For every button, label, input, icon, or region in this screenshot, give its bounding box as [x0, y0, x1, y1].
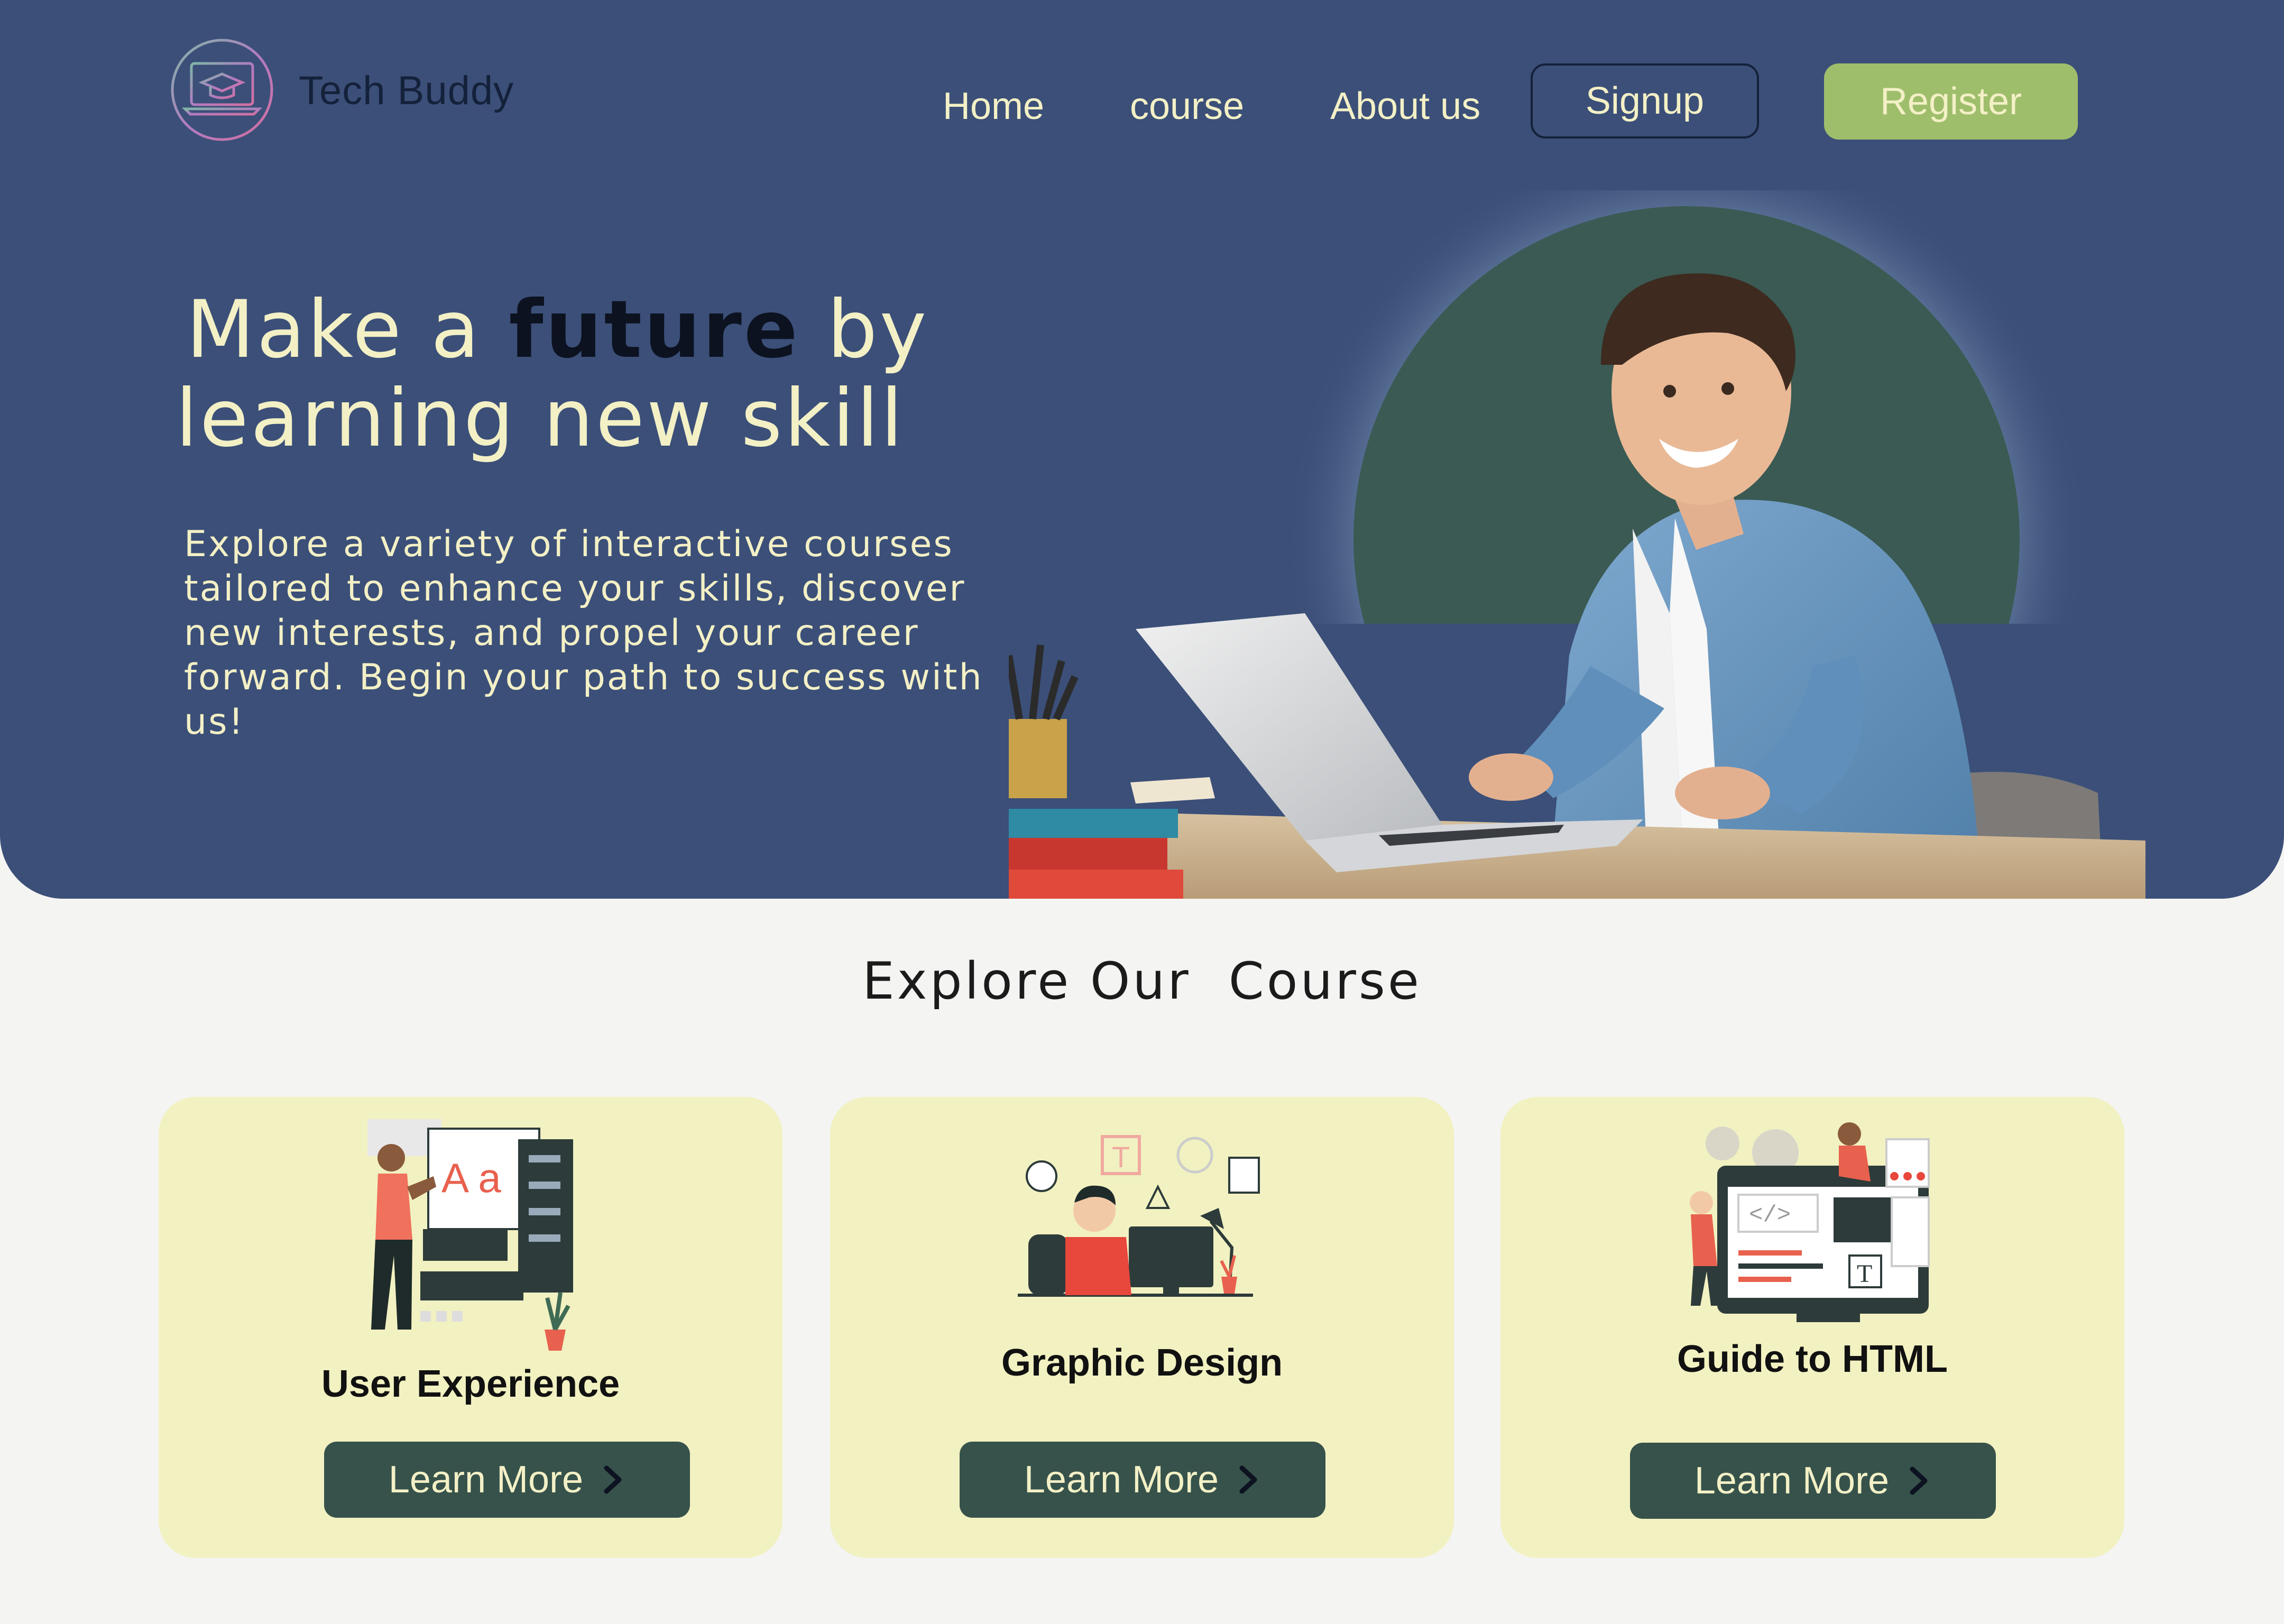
learn-more-label: Learn More	[1694, 1460, 1890, 1502]
learn-more-label: Learn More	[1024, 1459, 1219, 1501]
learn-more-button[interactable]: Learn More	[960, 1442, 1325, 1518]
nav-course-link[interactable]: course	[1130, 85, 1244, 128]
html-coding-illustration: </> T	[1690, 1122, 1930, 1322]
brand-name[interactable]: Tech Buddy	[299, 68, 514, 114]
headline-strong: future	[509, 284, 800, 376]
hero-description: Explore a variety of interactive courses…	[184, 523, 983, 743]
headline-line2: learning new skill	[176, 373, 905, 465]
graphic-designer-desk-illustration: T	[1018, 1135, 1260, 1297]
svg-text:T: T	[1112, 1140, 1130, 1174]
course-card-graphic-design[interactable]: T Graphic Design Learn More	[830, 1097, 1454, 1558]
signup-button[interactable]: Signup	[1531, 63, 1759, 139]
headline-part1: Make a	[186, 284, 509, 376]
section-title: Explore Our Course	[862, 952, 1422, 1011]
svg-text:</>: </>	[1749, 1202, 1791, 1229]
svg-text:A a: A a	[441, 1155, 501, 1201]
register-button[interactable]: Register	[1824, 63, 2078, 140]
course-title: User Experience	[321, 1363, 620, 1405]
course-card-guide-to-html[interactable]: </> T Guide to HTML Learn More	[1500, 1097, 2124, 1558]
svg-text:T: T	[1857, 1260, 1872, 1288]
course-card-user-experience[interactable]: A a User Experience Learn More	[159, 1097, 782, 1558]
hero-headline: Make a future by learning new skill	[176, 284, 1032, 463]
logo-icon[interactable]	[169, 37, 275, 143]
nav-home-link[interactable]: Home	[943, 85, 1044, 128]
learn-more-label: Learn More	[388, 1459, 584, 1501]
ux-designer-illustration: A a	[367, 1119, 573, 1351]
nav-about-link[interactable]: About us	[1330, 85, 1480, 128]
course-title: Guide to HTML	[1677, 1338, 1948, 1380]
headline-part2: by	[799, 284, 929, 376]
student-with-laptop-photo	[1009, 190, 2145, 899]
chevron-right-icon	[1910, 1466, 1928, 1495]
learn-more-button[interactable]: Learn More	[324, 1442, 690, 1518]
hero-section: Tech Buddy Home course About us Signup R…	[0, 0, 2284, 899]
course-title: Graphic Design	[1001, 1342, 1283, 1384]
chevron-right-icon	[604, 1465, 622, 1494]
learn-more-button[interactable]: Learn More	[1630, 1443, 1996, 1519]
chevron-right-icon	[1239, 1465, 1257, 1494]
